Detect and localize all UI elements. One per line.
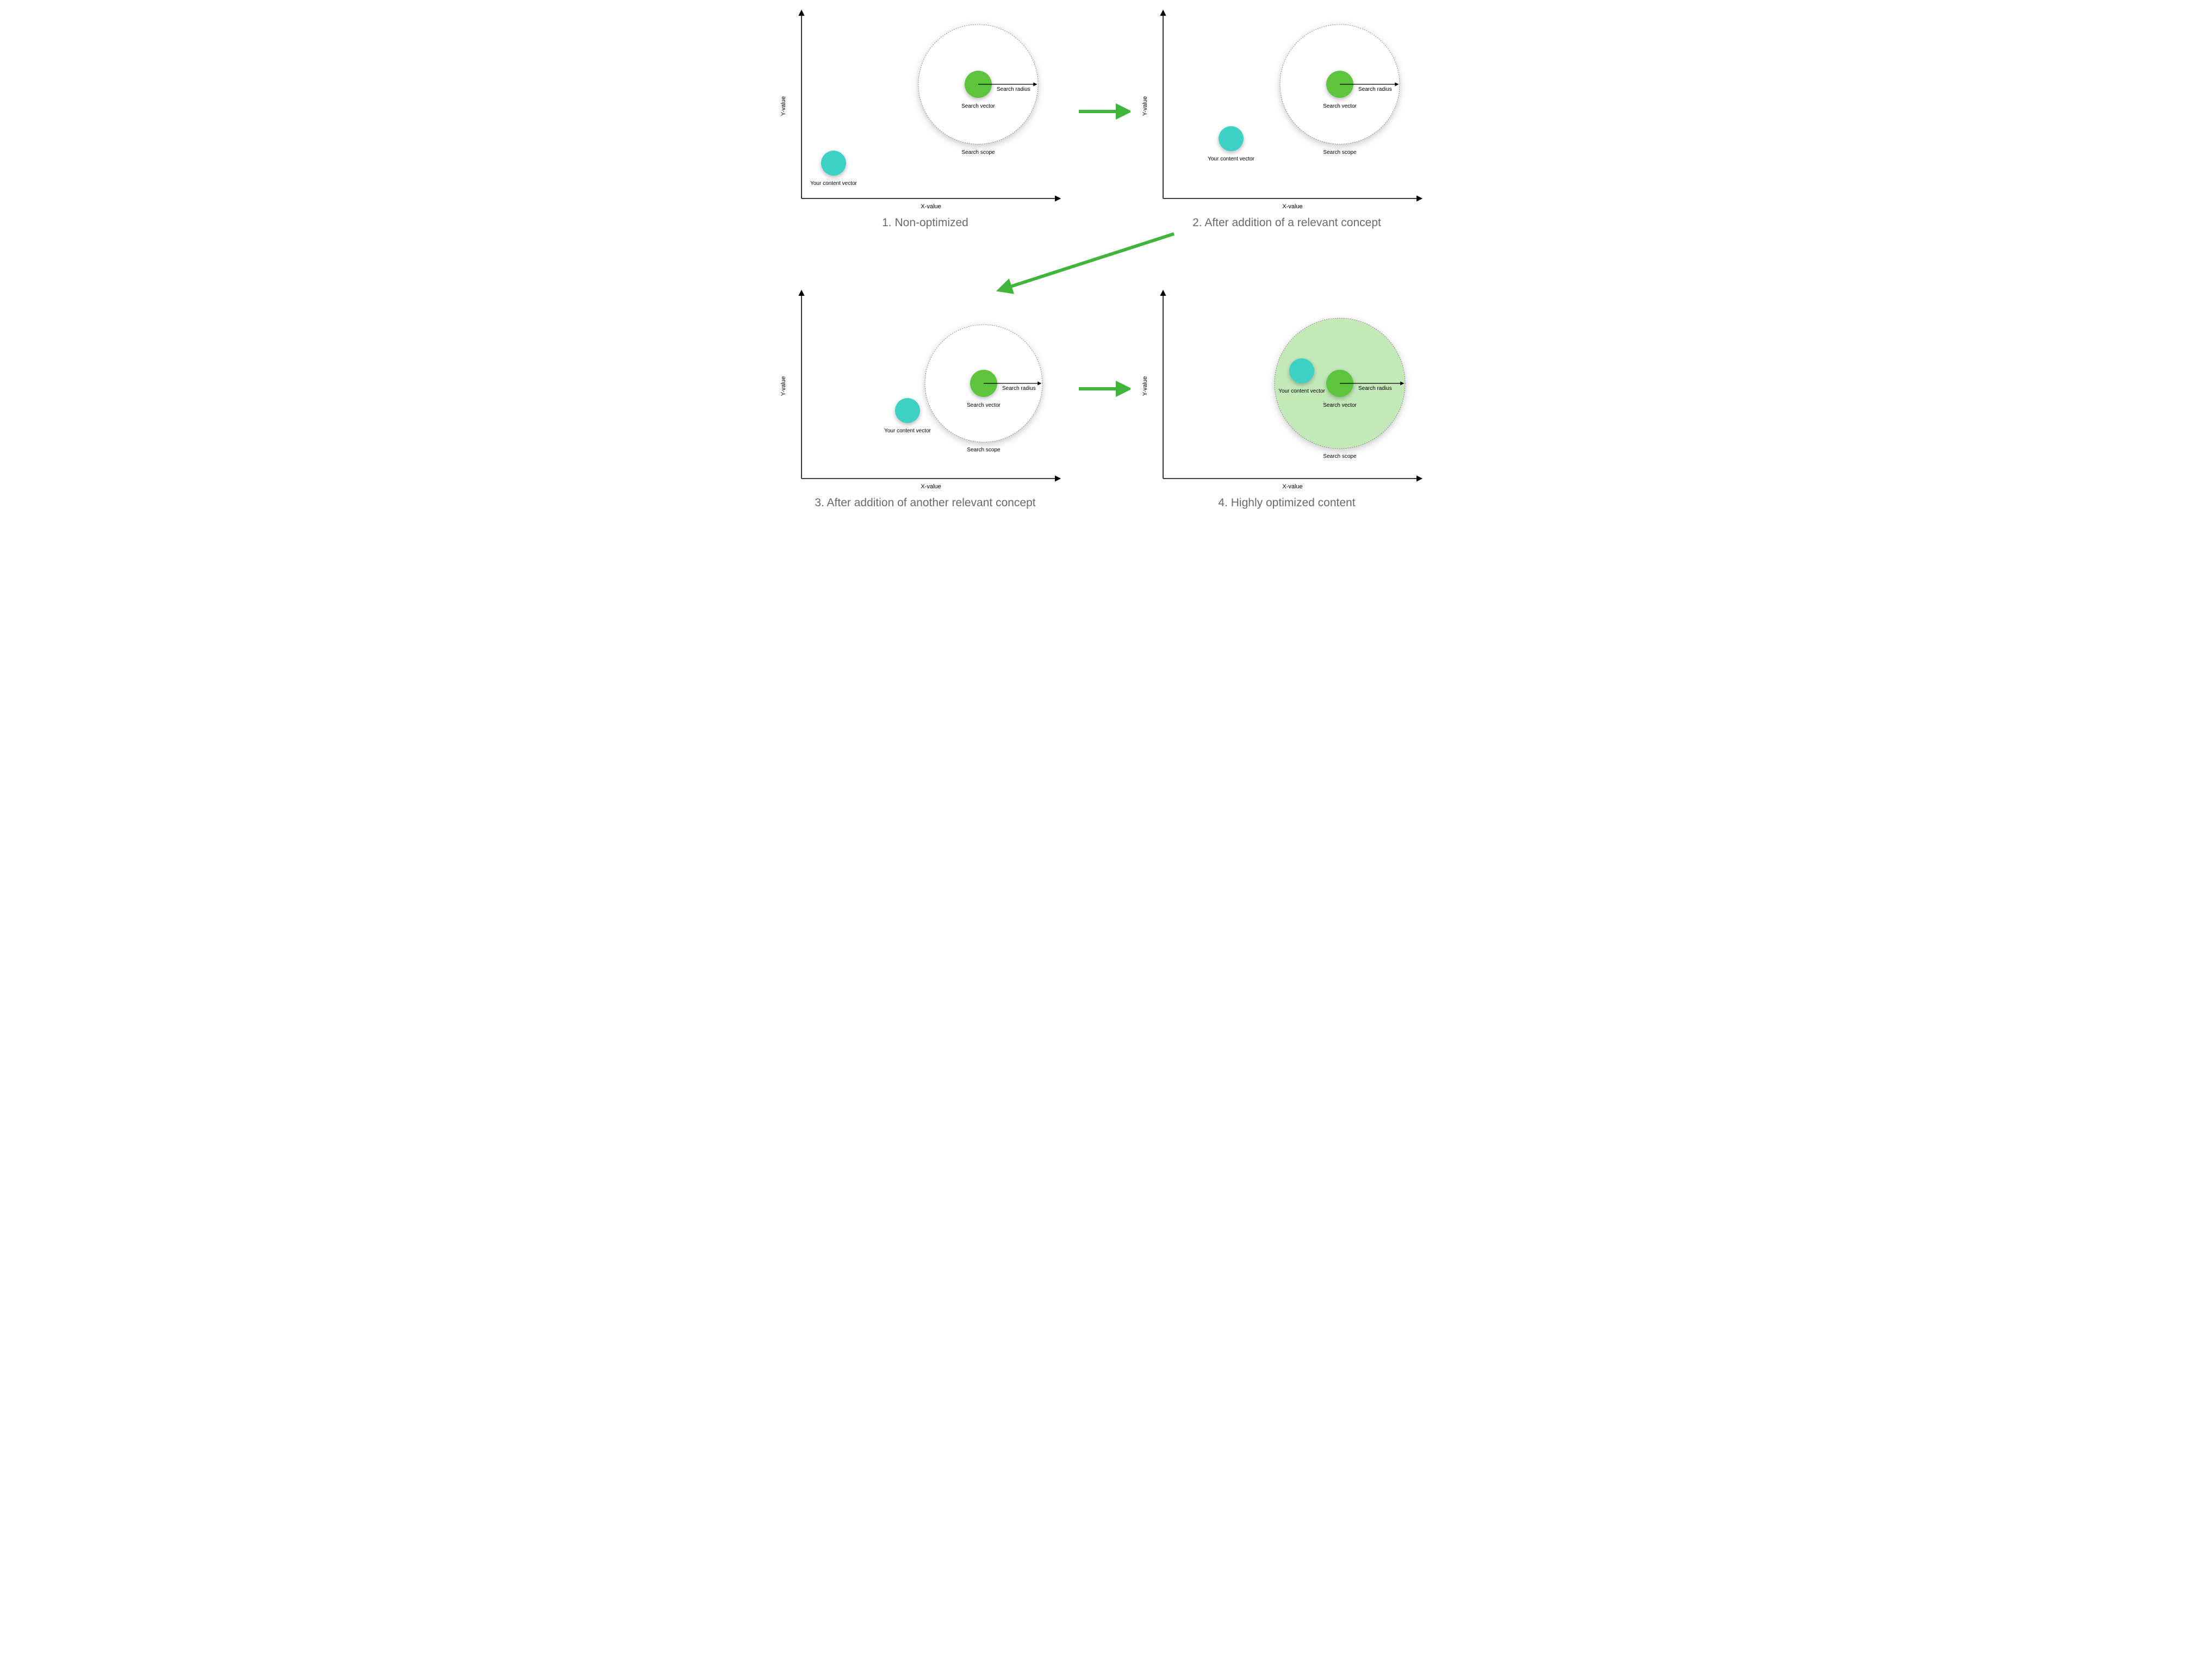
flow-arrow-1-2 (1076, 103, 1130, 120)
search-vector-label: Search vector (1323, 402, 1357, 408)
search-radius-label: Search radius (1002, 386, 1036, 392)
flow-arrow-3-4 (1076, 381, 1130, 397)
content-vector-dot (1219, 126, 1244, 151)
panel-2-after-first-concept: Y-value X-value Search radius Search vec… (1139, 3, 1435, 220)
search-radius-label: Search radius (1358, 86, 1392, 92)
content-vector-dot (1289, 358, 1314, 383)
panel-4-svg: Y-value X-value Search radius Search vec… (1139, 283, 1435, 500)
diagram-canvas: Y-value X-value Search radius Search vec… (758, 0, 1454, 524)
panel-1-non-optimized: Y-value X-value Search radius Search vec… (777, 3, 1073, 220)
content-vector-label: Your content vector (1278, 388, 1325, 394)
content-vector-label: Your content vector (1208, 156, 1254, 162)
content-vector-dot (895, 398, 920, 423)
content-vector-label: Your content vector (810, 181, 857, 187)
search-radius-label: Search radius (1358, 386, 1392, 392)
search-vector-label: Search vector (1323, 103, 1357, 109)
search-vector-label: Search vector (967, 402, 1001, 408)
y-axis-label: Y-value (780, 376, 787, 396)
panel-4-highly-optimized: Y-value X-value Search radius Search vec… (1139, 283, 1435, 500)
search-scope-label: Search scope (961, 150, 995, 156)
x-axis-label: X-value (1282, 203, 1302, 210)
y-axis-label: Y-value (1142, 96, 1148, 116)
caption-panel-2: 2. After addition of a relevant concept (1139, 216, 1435, 229)
content-vector-label: Your content vector (884, 428, 931, 434)
search-radius-label: Search radius (997, 86, 1030, 92)
x-axis-label: X-value (921, 203, 941, 210)
search-scope-label: Search scope (1323, 150, 1357, 156)
search-scope-label: Search scope (1323, 454, 1357, 460)
panel-2-svg: Y-value X-value Search radius Search vec… (1139, 3, 1435, 220)
x-axis-label: X-value (921, 483, 941, 490)
y-axis-label: Y-value (1142, 376, 1148, 396)
content-vector-dot (821, 151, 846, 176)
x-axis-label: X-value (1282, 483, 1302, 490)
y-axis-label: Y-value (780, 96, 787, 116)
panel-3-after-second-concept: Y-value X-value Search radius Search vec… (777, 283, 1073, 500)
search-vector-label: Search vector (961, 103, 995, 109)
panel-1-svg: Y-value X-value Search radius Search vec… (777, 3, 1073, 220)
caption-panel-4: 4. Highly optimized content (1139, 496, 1435, 510)
panel-3-svg: Y-value X-value Search radius Search vec… (777, 283, 1073, 500)
caption-panel-3: 3. After addition of another relevant co… (777, 496, 1073, 510)
search-scope-label: Search scope (967, 447, 1001, 453)
